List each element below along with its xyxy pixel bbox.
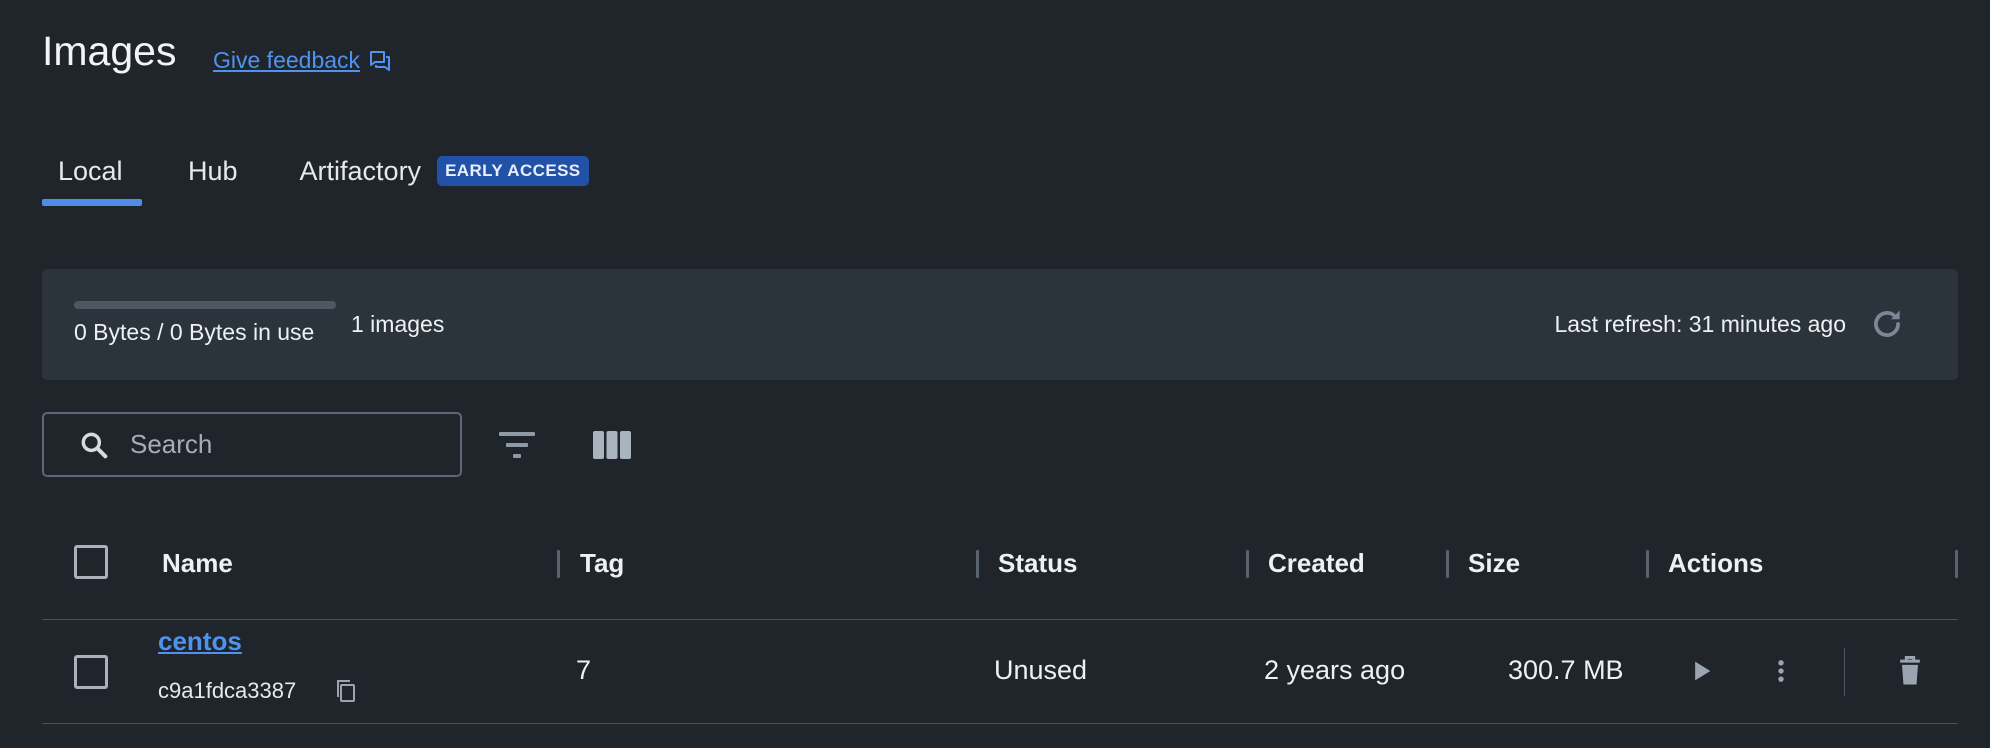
- give-feedback-label[interactable]: Give feedback: [213, 47, 360, 74]
- image-source-tabs: Local Hub Artifactory EARLY ACCESS: [42, 150, 605, 206]
- column-header-tag[interactable]: Tag: [580, 530, 624, 596]
- column-header-created[interactable]: Created: [1268, 530, 1365, 596]
- search-icon: [81, 432, 108, 458]
- tab-local-label[interactable]: Local: [58, 150, 123, 192]
- page-title: Images: [42, 28, 177, 74]
- column-header-size[interactable]: Size: [1468, 530, 1520, 596]
- image-name-link[interactable]: centos: [158, 626, 242, 657]
- tab-local[interactable]: Local: [42, 150, 142, 206]
- tab-artifactory[interactable]: Artifactory EARLY ACCESS: [284, 150, 605, 206]
- disk-usage-text: 0 Bytes / 0 Bytes in use: [74, 319, 315, 345]
- images-table: Name Tag Status Created Size Actions: [42, 530, 1958, 620]
- image-status: Unused: [994, 655, 1088, 685]
- search-input[interactable]: [130, 429, 430, 460]
- column-resize-handle[interactable]: [1446, 550, 1449, 578]
- actions-divider: [1844, 648, 1845, 696]
- table-header: Name Tag Status Created Size Actions: [42, 530, 1958, 620]
- refresh-icon[interactable]: [1868, 305, 1906, 343]
- feedback-icon: [370, 50, 391, 71]
- disk-usage-bar: [74, 301, 336, 309]
- images-page: Images Give feedback Local Hub Artifacto…: [0, 0, 1990, 748]
- early-access-badge: EARLY ACCESS: [437, 156, 589, 186]
- select-all-checkbox[interactable]: [74, 545, 108, 579]
- image-created: 2 years ago: [1264, 655, 1406, 685]
- image-tag: 7: [576, 655, 592, 685]
- last-refresh-text: Last refresh: 31 minutes ago: [1554, 311, 1847, 337]
- filter-icon[interactable]: [497, 428, 537, 462]
- column-header-name[interactable]: Name: [162, 530, 233, 596]
- column-resize-handle[interactable]: [1955, 550, 1958, 578]
- play-icon[interactable]: [1687, 657, 1715, 685]
- column-resize-handle[interactable]: [1646, 550, 1649, 578]
- column-resize-handle[interactable]: [976, 550, 979, 578]
- tab-hub[interactable]: Hub: [172, 150, 254, 206]
- images-count: 1 images: [351, 311, 445, 337]
- column-header-actions: Actions: [1668, 548, 1764, 578]
- disk-usage-panel: 0 Bytes / 0 Bytes in use 1 images Last r…: [42, 269, 1958, 380]
- tab-artifactory-label[interactable]: Artifactory: [300, 150, 422, 192]
- search-field[interactable]: [42, 412, 462, 477]
- columns-icon[interactable]: [591, 428, 633, 462]
- image-id: c9a1fdca3387: [158, 678, 297, 703]
- column-resize-handle[interactable]: [557, 550, 560, 578]
- image-size: 300.7 MB: [1508, 655, 1624, 685]
- give-feedback-link[interactable]: Give feedback: [213, 47, 392, 74]
- tab-hub-label[interactable]: Hub: [188, 150, 238, 192]
- column-resize-handle[interactable]: [1246, 550, 1249, 578]
- column-header-status[interactable]: Status: [998, 530, 1077, 596]
- more-vertical-icon[interactable]: [1767, 657, 1795, 685]
- trash-icon[interactable]: [1895, 655, 1925, 687]
- copy-icon[interactable]: [334, 678, 358, 704]
- row-select-checkbox[interactable]: [74, 655, 108, 689]
